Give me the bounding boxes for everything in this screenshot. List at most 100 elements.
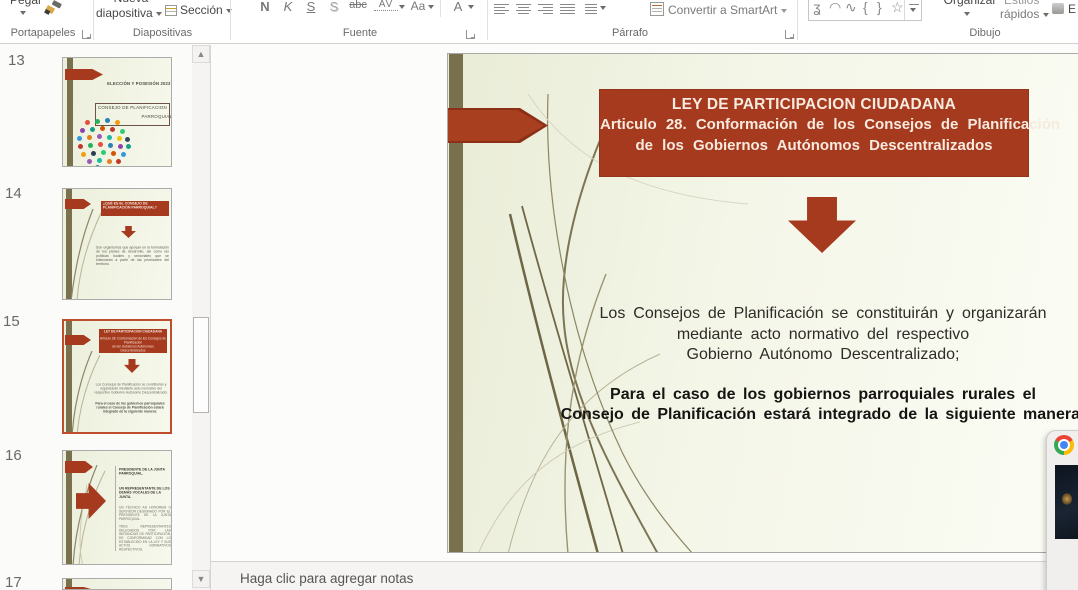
quick-styles-dropdown-icon — [1043, 13, 1049, 17]
shapes-gallery[interactable]: ʓ ◠ ∿ { } ☆ — [808, 0, 922, 21]
text-shadow-button[interactable]: S — [324, 0, 344, 14]
thumb14-body-text: Son organismos que apoyan en la formulac… — [96, 246, 169, 267]
font-dialog-launcher[interactable] — [466, 30, 475, 39]
shape-curve-icon[interactable]: ◠ — [829, 0, 841, 16]
new-slide-dropdown-icon — [156, 12, 162, 16]
strikethrough-button[interactable]: abc — [345, 0, 371, 11]
paragraph-group-label: Párrafo — [595, 27, 665, 39]
paragraph-dialog-launcher[interactable] — [785, 30, 794, 39]
body-line-3: Gobierno Autónomo Descentralizado; — [528, 345, 1078, 366]
shape-fill-button[interactable]: E — [1068, 2, 1076, 16]
slide-number-16: 16 — [5, 447, 22, 464]
thumb14-chevron-shape — [65, 199, 91, 209]
convert-smartart-label: Convertir a SmartArt — [668, 3, 777, 17]
ribbon: Pegar Portapapeles Nueva diapositiva Sec… — [0, 0, 1078, 44]
align-center-button[interactable] — [516, 2, 531, 15]
new-slide-button[interactable]: Nueva — [100, 0, 162, 5]
notes-placeholder[interactable]: Haga clic para agregar notas — [240, 571, 413, 586]
slide-thumbnail-17[interactable] — [62, 578, 172, 590]
body-bold-line-2: Consejo de Planificación estará integrad… — [528, 405, 1078, 426]
quick-styles-button-line2[interactable]: rápidos — [1000, 7, 1049, 21]
change-case-button[interactable]: Aa — [408, 0, 428, 13]
thumb15-body2: Para el caso de los gobiernos parroquial… — [90, 402, 170, 414]
justify-button[interactable] — [560, 2, 575, 15]
slide-down-arrow-shape[interactable] — [788, 197, 856, 253]
slide-title-banner[interactable]: LEY DE PARTICIPACION CIUDADANA Articulo … — [599, 89, 1029, 177]
scroll-down-button[interactable]: ▼ — [192, 570, 210, 588]
thumb16-heading2: UN REPRESENTANTE DE LOS DEMÁS VOCALES DE… — [119, 487, 171, 499]
body-line-1: Los Consejos de Planificación se constit… — [528, 304, 1078, 325]
columns-button[interactable] — [585, 2, 597, 15]
slide-number-13: 13 — [8, 52, 25, 69]
slide-chevron-arrow-shape[interactable] — [448, 108, 548, 143]
thumb16-divider-line — [115, 466, 116, 551]
drawing-group-label: Dibujo — [955, 27, 1015, 39]
change-case-dropdown-icon[interactable] — [428, 5, 434, 9]
bold-button[interactable]: N — [255, 0, 275, 14]
slides-group-label: Diapositivas — [100, 27, 225, 39]
slide-thumbnail-13[interactable]: ELECCIÓN Y POSESIÓN 2023 CONSEJO DE PLAN… — [62, 57, 172, 167]
slide-canvas[interactable]: LEY DE PARTICIPACION CIUDADANA Articulo … — [447, 53, 1078, 553]
shape-scribble-icon[interactable]: ʓ — [813, 0, 821, 15]
slide-title-line1: LEY DE PARTICIPACION CIUDADANA — [600, 96, 1028, 114]
shapes-gallery-dropdown-icon[interactable] — [910, 8, 916, 12]
font-color-dropdown-icon[interactable] — [468, 5, 474, 9]
character-spacing-button[interactable]: AV — [374, 0, 398, 11]
slide-thumbnail-16[interactable]: PRESIDENTE DE LA JUNTA PARROQUIAL. UN RE… — [62, 450, 172, 565]
shape-left-brace-icon[interactable]: { — [863, 0, 868, 15]
paste-button[interactable]: Pegar — [10, 0, 42, 7]
thumb14-title-banner: ¿QUÉ ES EL CONSEJO DE PLANIFICACIÓN PARR… — [101, 201, 169, 216]
clipboard-group-label: Portapapeles — [0, 27, 86, 39]
font-color-button[interactable]: A — [448, 0, 468, 14]
section-button[interactable]: Sección — [180, 3, 232, 17]
format-painter-icon[interactable] — [44, 0, 64, 20]
slide-number-17: 17 — [5, 574, 22, 590]
thumb15-title-banner: LEY DE PARTICIPACION CIUDADANA Articulo … — [99, 329, 167, 353]
convert-smartart-icon — [650, 2, 664, 16]
scroll-up-button[interactable]: ▲ — [192, 45, 210, 63]
align-left-button[interactable] — [494, 2, 509, 15]
thumb14-down-arrow-shape — [121, 226, 136, 238]
scrollbar-thumb[interactable] — [193, 317, 209, 413]
quick-styles-button[interactable]: Estilos — [1004, 0, 1039, 7]
new-slide-button-line2[interactable]: diapositiva — [96, 6, 162, 20]
shape-right-brace-icon[interactable]: } — [877, 0, 882, 15]
slide-thumbnail-14[interactable]: ¿QUÉ ES EL CONSEJO DE PLANIFICACIÓN PARR… — [62, 188, 172, 300]
slide-number-14: 14 — [5, 185, 22, 202]
panel-divider — [210, 45, 211, 590]
thumb15-down-arrow-shape — [124, 359, 140, 373]
thumb13-box-line2: PARROQUIAL — [98, 114, 172, 119]
section-label: Sección — [180, 3, 223, 17]
slide-title-line2: Articulo 28. Conformación de los Consejo… — [600, 114, 1028, 135]
slide-body-text[interactable]: Los Consejos de Planificación se constit… — [528, 304, 1078, 426]
italic-button[interactable]: K — [278, 0, 298, 14]
powerpoint-window: Pegar Portapapeles Nueva diapositiva Sec… — [0, 0, 1078, 590]
columns-dropdown-icon[interactable] — [600, 6, 606, 10]
arrange-dropdown-icon[interactable] — [964, 12, 970, 16]
underline-button[interactable]: S — [301, 0, 321, 14]
character-spacing-dropdown-icon[interactable] — [399, 5, 405, 9]
chrome-icon[interactable] — [1054, 435, 1074, 455]
shapes-gallery-more-button[interactable] — [909, 4, 919, 5]
thumb13-title: ELECCIÓN Y POSESIÓN 2023 — [87, 82, 172, 87]
shape-freeform-icon[interactable]: ∿ — [845, 0, 857, 16]
quick-styles-label: rápidos — [1000, 7, 1039, 21]
paste-dropdown-icon[interactable] — [20, 11, 26, 15]
convert-smartart-dropdown-icon — [781, 9, 787, 13]
convert-smartart-button[interactable]: Convertir a SmartArt — [668, 3, 787, 17]
arrange-button[interactable]: Organizar — [938, 0, 1002, 7]
body-bold-line-1: Para el caso de los gobiernos parroquial… — [528, 385, 1078, 406]
slide-thumbnail-15[interactable]: LEY DE PARTICIPACION CIUDADANA Articulo … — [62, 319, 172, 434]
shape-fill-icon[interactable] — [1052, 3, 1064, 14]
picture-thumbnail[interactable] — [1055, 465, 1078, 539]
align-right-button[interactable] — [538, 2, 553, 15]
clipboard-dialog-launcher[interactable] — [82, 30, 91, 39]
thumb13-chevron-shape — [65, 69, 103, 80]
slide-chevron-inner — [448, 110, 544, 141]
thumb16-heading1: PRESIDENTE DE LA JUNTA PARROQUIAL. — [119, 468, 171, 476]
body-line-2: mediante acto normativo del respectivo — [528, 325, 1078, 346]
thumb16-para2: TRES REPRESENTANTES DELEGADOS POR LAS IN… — [119, 525, 171, 552]
notes-pane[interactable]: Haga clic para agregar notas — [211, 561, 1078, 590]
thumb15-chevron-shape — [65, 335, 91, 345]
shape-star-icon[interactable]: ☆ — [891, 0, 904, 16]
